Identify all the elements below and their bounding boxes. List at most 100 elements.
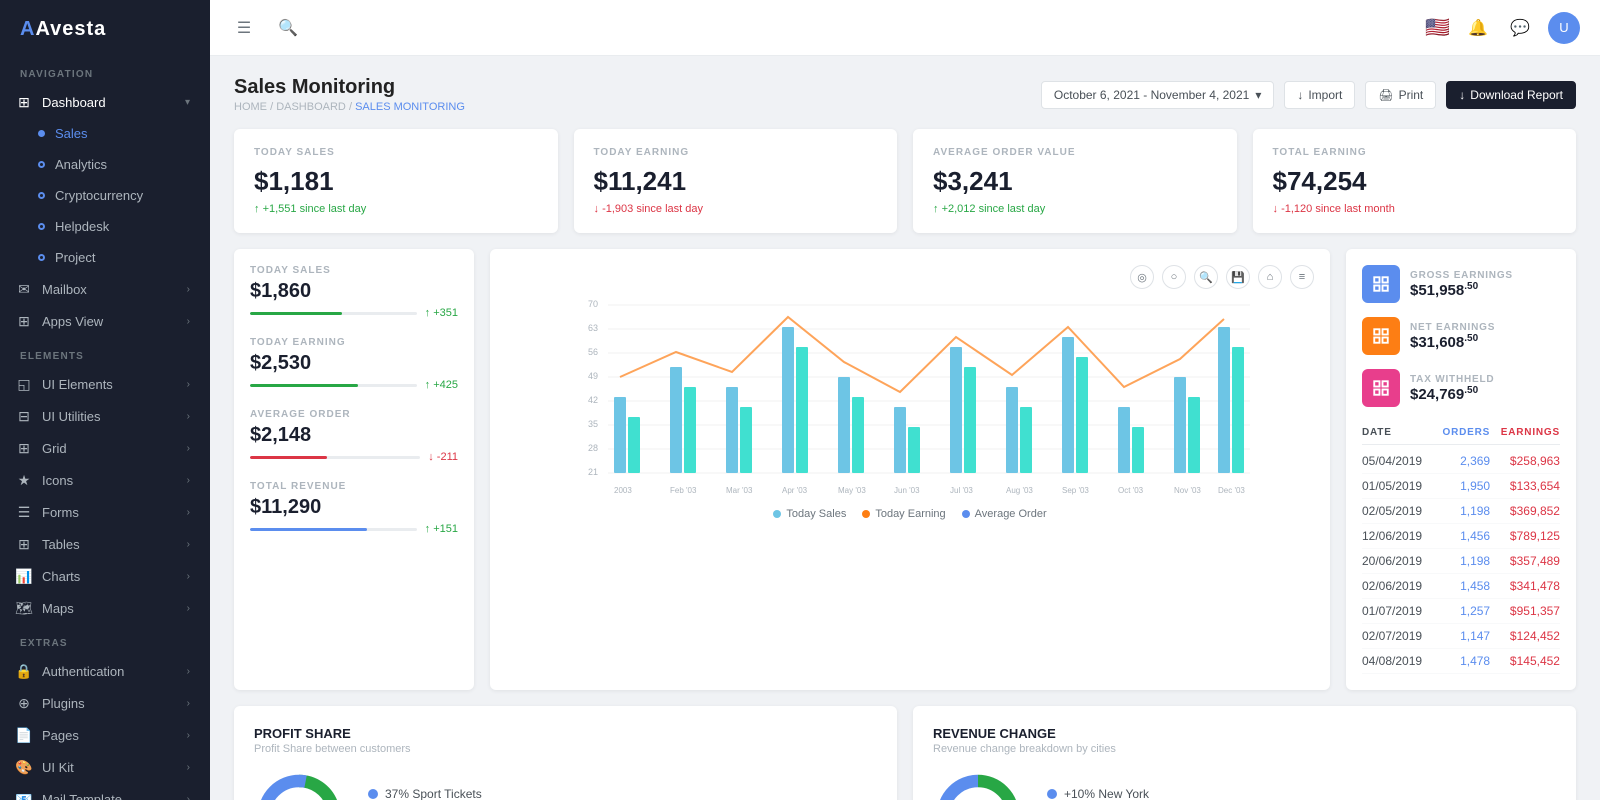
svg-text:Aug '03: Aug '03 <box>1006 486 1033 495</box>
maps-icon: 🗺 <box>16 600 32 616</box>
chart-save-icon[interactable]: 💾 <box>1226 265 1250 289</box>
menu-icon[interactable]: ☰ <box>230 14 258 42</box>
sidebar-item-icons[interactable]: ★ Icons › <box>0 464 210 496</box>
search-icon[interactable]: 🔍 <box>274 14 302 42</box>
sidebar-item-project[interactable]: Project <box>0 242 210 273</box>
sidebar-item-label: Mailbox <box>42 282 87 297</box>
sidebar-item-ui-elements[interactable]: ◱ UI Elements › <box>0 368 210 400</box>
sidebar-item-cryptocurrency[interactable]: Cryptocurrency <box>0 180 210 211</box>
sidebar-item-label: Sales <box>55 126 88 141</box>
metric-label: TODAY EARNING <box>250 337 458 348</box>
sidebar-item-tables[interactable]: ⊞ Tables › <box>0 528 210 560</box>
legend-dot-earning <box>862 510 870 518</box>
charts-icon: 📊 <box>16 568 32 584</box>
page-header: Sales Monitoring HOME / DASHBOARD / SALE… <box>234 76 1576 113</box>
print-button[interactable]: 🖨 Print <box>1365 81 1436 109</box>
chart-toolbar: ◎ ○ 🔍 💾 ⌂ ≡ <box>506 265 1314 289</box>
breadcrumb-home: HOME <box>234 101 267 113</box>
chart-legend: Today Sales Today Earning Average Order <box>506 508 1314 520</box>
stat-cards: TODAY SALES $1,181 ↑ +1,551 since last d… <box>234 129 1576 233</box>
row-earnings: $145,452 <box>1490 654 1560 668</box>
sidebar-item-label: Analytics <box>55 157 107 172</box>
sidebar-item-label: Tables <box>42 537 80 552</box>
sidebar-item-mailbox[interactable]: ✉ Mailbox › <box>0 273 210 305</box>
chevron-right-icon: › <box>187 316 190 327</box>
sidebar-item-pages[interactable]: 📄 Pages › <box>0 719 210 751</box>
chat-icon[interactable]: 💬 <box>1506 14 1534 42</box>
mail-icon: ✉ <box>16 281 32 297</box>
chevron-down-icon: ▾ <box>185 97 190 108</box>
stat-label: TODAY EARNING <box>594 147 878 158</box>
download-icon: ↓ <box>1459 88 1465 102</box>
table-row: 01/05/2019 1,950 $133,654 <box>1362 474 1560 499</box>
sidebar-item-ui-utilities[interactable]: ⊟ UI Utilities › <box>0 400 210 432</box>
sidebar-item-mail-template[interactable]: 📧 Mail Template › <box>0 783 210 800</box>
net-label: NET EARNINGS <box>1410 322 1560 333</box>
metric-value: $2,530 <box>250 352 458 375</box>
sidebar-item-label: Dashboard <box>42 95 106 110</box>
sidebar-item-grid[interactable]: ⊞ Grid › <box>0 432 210 464</box>
elements-section-label: ELEMENTS <box>0 337 210 368</box>
stat-change: ↑ +1,551 since last day <box>254 203 538 215</box>
topbar: ☰ 🔍 🇺🇸 🔔 💬 U <box>210 0 1600 56</box>
sidebar-item-charts[interactable]: 📊 Charts › <box>0 560 210 592</box>
print-label: Print <box>1399 88 1424 102</box>
icons-icon: ★ <box>16 472 32 488</box>
sidebar-item-ui-kit[interactable]: 🎨 UI Kit › <box>0 751 210 783</box>
change-arrow: ↑ <box>933 203 942 215</box>
chart-zoom-reset-icon[interactable]: ○ <box>1162 265 1186 289</box>
metric-change: ↑ +351 <box>425 307 458 319</box>
gross-label: GROSS EARNINGS <box>1410 270 1560 281</box>
chart-zoom-in-icon[interactable]: 🔍 <box>1194 265 1218 289</box>
sidebar-item-label: Mail Template <box>42 792 122 800</box>
svg-text:35: 35 <box>588 419 598 429</box>
sidebar-item-sales[interactable]: Sales <box>0 118 210 149</box>
sidebar-item-label: Authentication <box>42 664 124 679</box>
metric-bar-row: ↑ +351 <box>250 307 458 319</box>
page-title: Sales Monitoring <box>234 76 465 99</box>
flag-icon[interactable]: 🇺🇸 <box>1425 15 1450 40</box>
sidebar-item-apps-view[interactable]: ⊞ Apps View › <box>0 305 210 337</box>
metric-change: ↑ +425 <box>425 379 458 391</box>
import-icon: ↓ <box>1297 88 1303 102</box>
import-button[interactable]: ↓ Import <box>1284 81 1355 109</box>
table-row: 02/05/2019 1,198 $369,852 <box>1362 499 1560 524</box>
active-dot <box>38 130 45 137</box>
app-name-a: A <box>20 18 35 40</box>
metric-0: TODAY SALES $1,860 ↑ +351 <box>250 265 458 319</box>
chart-zoom-out-icon[interactable]: ◎ <box>1130 265 1154 289</box>
chart-container: 70 63 56 49 42 35 28 21 <box>506 297 1314 500</box>
profit-share-sub: Profit Share between customers <box>254 743 877 755</box>
sidebar-item-plugins[interactable]: ⊕ Plugins › <box>0 687 210 719</box>
chart-home-icon[interactable]: ⌂ <box>1258 265 1282 289</box>
nav-section-label: NAVIGATION <box>0 55 210 86</box>
change-value: +2,012 <box>942 203 976 215</box>
chevron-right-icon: › <box>187 762 190 773</box>
page-actions: October 6, 2021 - November 4, 2021 ▾ ↓ I… <box>1041 81 1576 109</box>
legend-avg-order: Average Order <box>962 508 1047 520</box>
change-text: since last day <box>636 203 703 215</box>
sidebar-item-analytics[interactable]: Analytics <box>0 149 210 180</box>
sidebar-item-authentication[interactable]: 🔒 Authentication › <box>0 655 210 687</box>
svg-text:42: 42 <box>588 395 598 405</box>
legend-label-sport: 37% Sport Tickets <box>385 787 482 800</box>
table-row: 02/06/2019 1,458 $341,478 <box>1362 574 1560 599</box>
dashboard-icon: ⊞ <box>16 94 32 110</box>
sidebar-item-helpdesk[interactable]: Helpdesk <box>0 211 210 242</box>
date-range-picker[interactable]: October 6, 2021 - November 4, 2021 ▾ <box>1041 81 1274 109</box>
chart-menu-icon[interactable]: ≡ <box>1290 265 1314 289</box>
tax-label: TAX WITHHELD <box>1410 374 1560 385</box>
tax-earning-icon <box>1362 369 1400 407</box>
content-area: Sales Monitoring HOME / DASHBOARD / SALE… <box>210 56 1600 800</box>
tax-value: $24,769.50 <box>1410 385 1560 403</box>
row-date: 04/08/2019 <box>1362 654 1432 668</box>
sidebar-item-forms[interactable]: ☰ Forms › <box>0 496 210 528</box>
user-avatar[interactable]: U <box>1548 12 1580 44</box>
revenue-title: REVENUE CHANGE <box>933 726 1556 741</box>
sidebar-item-maps[interactable]: 🗺 Maps › <box>0 592 210 624</box>
row-date: 12/06/2019 <box>1362 529 1432 543</box>
download-report-button[interactable]: ↓ Download Report <box>1446 81 1576 109</box>
notification-icon[interactable]: 🔔 <box>1464 14 1492 42</box>
row-earnings: $789,125 <box>1490 529 1560 543</box>
sidebar-item-dashboard[interactable]: ⊞ Dashboard ▾ <box>0 86 210 118</box>
